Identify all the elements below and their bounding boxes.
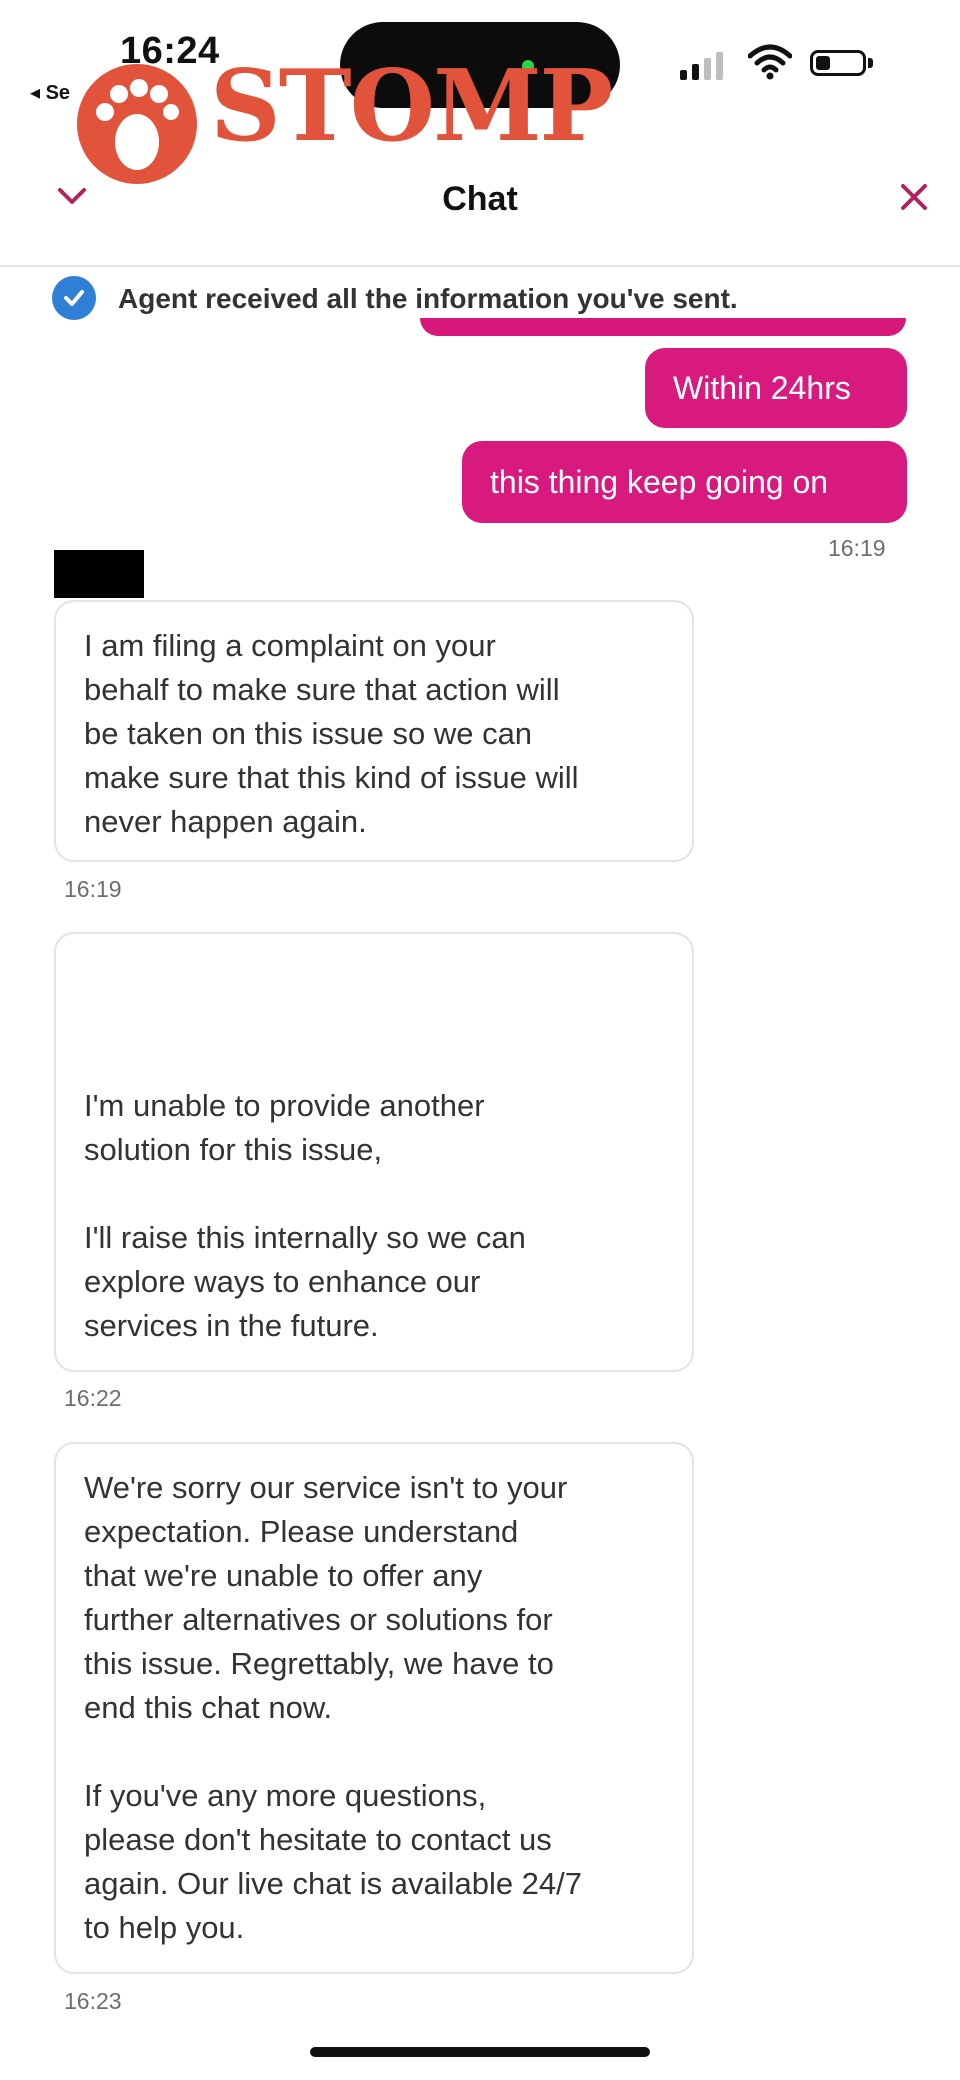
- wifi-icon: [748, 44, 792, 80]
- battery-icon: [810, 50, 866, 76]
- incoming-timestamp: 16:22: [64, 1385, 122, 1411]
- previous-outgoing-bubble: [420, 318, 906, 336]
- outgoing-timestamp: 16:19: [828, 535, 886, 561]
- incoming-timestamp: 16:19: [64, 876, 122, 902]
- close-icon[interactable]: [895, 178, 933, 216]
- home-indicator[interactable]: [310, 2047, 650, 2057]
- redacted-agent-name: [54, 550, 144, 598]
- outgoing-message: this thing keep going on: [462, 441, 907, 523]
- check-circle-icon: [52, 276, 96, 320]
- watermark-brand: STOMP: [210, 49, 613, 164]
- incoming-message: I am filing a complaint on your behalf t…: [54, 600, 694, 862]
- incoming-message: I'm unable to provide another solution f…: [54, 932, 694, 1372]
- outgoing-message: Within 24hrs: [645, 348, 907, 428]
- delivery-notice: Agent received all the information you'v…: [118, 283, 738, 314]
- header-divider: [0, 265, 960, 267]
- incoming-timestamp: 16:23: [64, 1988, 122, 2014]
- stomp-logo-icon: [77, 64, 197, 184]
- chat-title: Chat: [442, 180, 518, 218]
- incoming-message: We're sorry our service isn't to your ex…: [54, 1442, 694, 1974]
- cellular-signal-icon: [680, 50, 723, 80]
- battery-tip: [868, 58, 873, 68]
- back-to-app-link[interactable]: ◂ Se: [30, 80, 70, 105]
